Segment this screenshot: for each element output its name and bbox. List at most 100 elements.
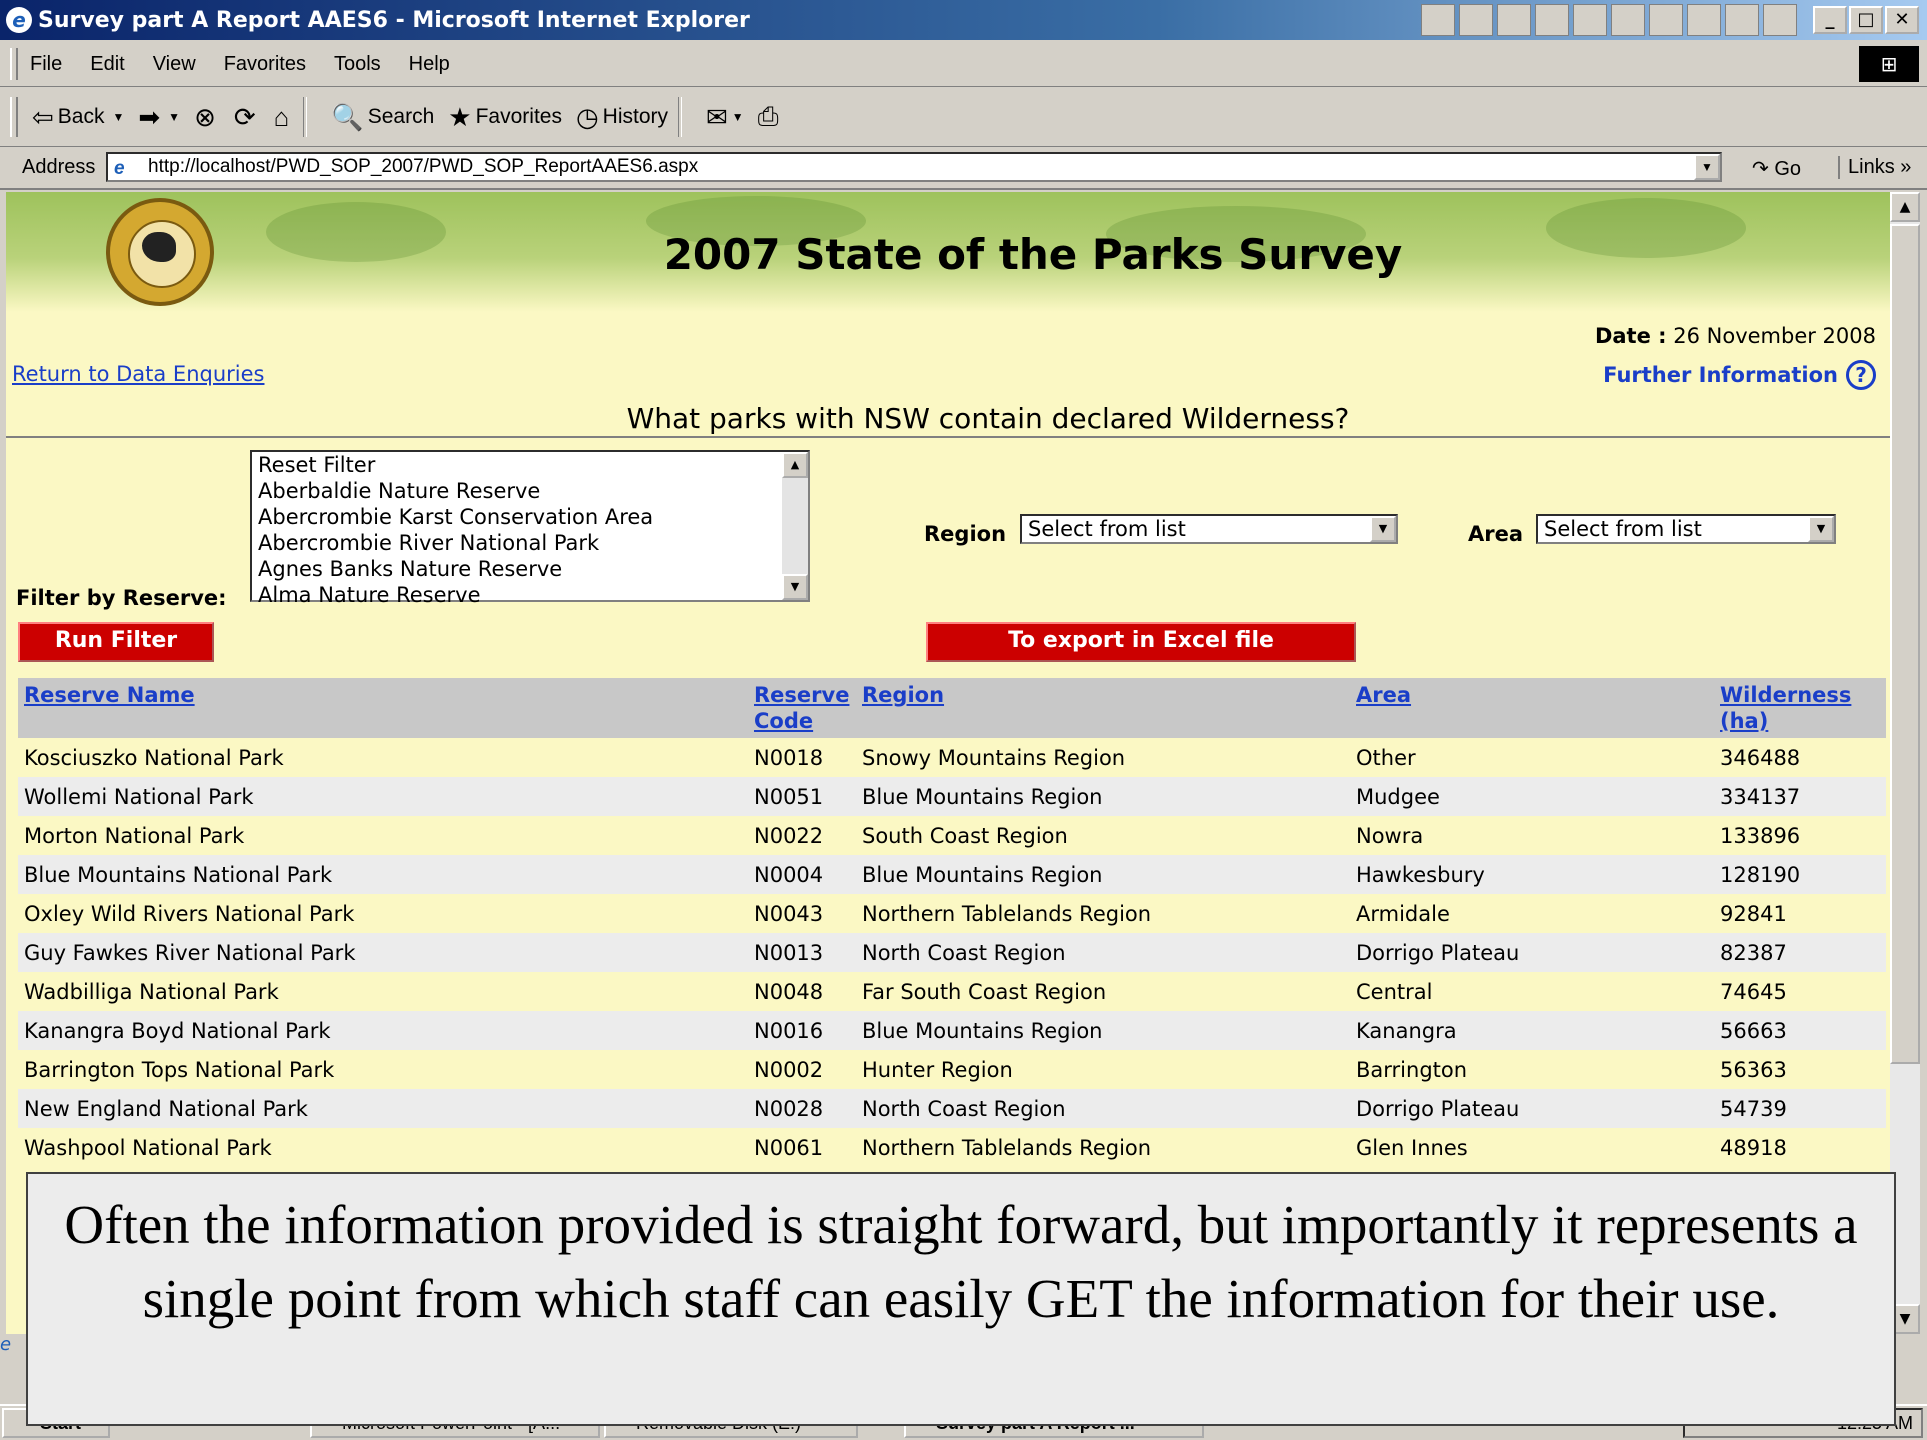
refresh-icon: ⟳ — [233, 101, 256, 132]
menu-favorites[interactable]: Favorites — [224, 53, 306, 76]
app-icon[interactable] — [1459, 4, 1493, 36]
table-cell-area: Barrington — [1356, 1057, 1468, 1082]
back-arrow-icon: ⇦ — [32, 101, 54, 132]
chevron-down-icon[interactable]: ▼ — [1370, 516, 1396, 542]
go-button[interactable]: ↷ Go — [1752, 156, 1801, 181]
listbox-option[interactable]: Abercrombie Karst Conservation Area — [252, 504, 808, 530]
table-row: Morton National Park N0022 South Coast Reg… — [18, 816, 1886, 855]
menu-help[interactable]: Help — [409, 53, 450, 76]
favorites-button[interactable]: ★ Favorites — [448, 102, 562, 133]
reserve-filter-listbox[interactable]: Reset Filter Aberbaldie Nature Reserve A… — [250, 450, 810, 607]
further-information-link[interactable]: Further Information? — [1603, 360, 1876, 390]
table-row: Blue Mountains National Park N0004 Blue Mo… — [18, 855, 1886, 894]
app-icon[interactable] — [1611, 4, 1645, 36]
refresh-button[interactable]: ⟳ — [234, 102, 260, 133]
history-button[interactable]: ◷ History — [576, 102, 668, 133]
dropdown-arrow-icon[interactable]: ▼ — [732, 110, 744, 124]
scroll-up-icon[interactable]: ▲ — [782, 452, 808, 478]
table-cell-name: New England National Park — [18, 1089, 748, 1128]
listbox-option[interactable]: Alma Nature Reserve — [252, 582, 808, 608]
history-icon: ◷ — [575, 101, 599, 132]
ie-logo-icon: e — [6, 7, 32, 33]
standard-toolbar: ⇦ Back ▼ ➡ ▼ ⊗ ⟳ ⌂ 🔍 Search ★ Favorites ◷ Hist… — [0, 88, 1927, 147]
region-select[interactable]: Select from list ▼ — [1020, 514, 1398, 544]
home-button[interactable]: ⌂ — [274, 102, 294, 133]
app-icon[interactable] — [1535, 4, 1569, 36]
links-button[interactable]: Links » — [1838, 156, 1911, 179]
listbox-scrollbar[interactable]: ▲ ▼ — [782, 452, 808, 600]
favorites-icon: ★ — [448, 101, 472, 132]
print-icon: ⎙ — [757, 101, 779, 131]
page-scrollbar[interactable]: ▲ ▼ — [1890, 192, 1920, 1334]
listbox-option[interactable]: Abercrombie River National Park — [252, 530, 808, 556]
app-icon[interactable] — [1573, 4, 1607, 36]
table-cell-area: Dorrigo Plateau — [1350, 1089, 1714, 1128]
run-filter-button[interactable]: Run Filter — [18, 622, 214, 662]
table-cell-area: Armidale — [1356, 901, 1450, 926]
app-icon[interactable] — [1649, 4, 1683, 36]
print-button[interactable]: ⎙ — [758, 101, 783, 133]
app-icon[interactable] — [1687, 4, 1721, 36]
toolbar-grip[interactable] — [10, 97, 18, 137]
table-cell-name: Barrington Tops National Park — [24, 1057, 335, 1082]
menu-tools[interactable]: Tools — [334, 53, 381, 76]
table-cell-name: Morton National Park — [24, 823, 245, 848]
restore-button[interactable]: □ — [1849, 6, 1883, 34]
area-select[interactable]: Select from list ▼ — [1536, 514, 1836, 544]
scroll-down-icon[interactable]: ▼ — [782, 574, 808, 600]
home-icon: ⌂ — [273, 101, 290, 132]
table-cell-area: Nowra — [1356, 823, 1424, 848]
forward-arrow-icon: ➡ — [138, 101, 161, 132]
minimize-button[interactable]: _ — [1813, 6, 1847, 34]
listbox-option[interactable]: Aberbaldie Nature Reserve — [252, 478, 808, 504]
status-page-icon: e — [0, 1334, 26, 1374]
close-button[interactable]: ✕ — [1885, 6, 1919, 34]
table-cell-name: Guy Fawkes River National Park — [18, 933, 748, 972]
dropdown-arrow-icon[interactable]: ▼ — [168, 110, 180, 124]
column-header-reserve-code[interactable]: Reserve Code — [748, 678, 856, 738]
column-header-wilderness[interactable]: Wilderness (ha) — [1714, 678, 1886, 738]
mail-button[interactable]: ✉ ▼ — [706, 102, 744, 133]
column-header-reserve-name[interactable]: Reserve Name — [18, 678, 748, 738]
table-row: New England National Park N0028 North Coas… — [18, 1089, 1886, 1128]
back-button[interactable]: ⇦ Back ▼ — [32, 102, 124, 133]
app-icon[interactable] — [1421, 4, 1455, 36]
menu-file[interactable]: File — [30, 53, 62, 76]
toolbar-grip[interactable] — [10, 48, 18, 80]
menu-edit[interactable]: Edit — [90, 53, 124, 76]
menu-view[interactable]: View — [153, 53, 196, 76]
app-icon[interactable] — [1763, 4, 1797, 36]
return-to-data-enquiries-link[interactable]: Return to Data Enquries — [12, 362, 264, 386]
scroll-up-icon[interactable]: ▲ — [1890, 192, 1920, 222]
column-header-area[interactable]: Area — [1350, 678, 1714, 738]
table-cell-ha: 334137 — [1714, 777, 1886, 816]
table-cell-area: Central — [1356, 979, 1433, 1004]
wilderness-table: Reserve Name Reserve Code Region Area Wil… — [18, 678, 1886, 1167]
table-cell-region: Blue Mountains Region — [856, 777, 1350, 816]
table-cell-region: Far South Coast Region — [862, 979, 1107, 1004]
search-button[interactable]: 🔍 Search — [331, 102, 434, 133]
table-cell-ha: 133896 — [1720, 823, 1801, 848]
report-date: Date : 26 November 2008 — [1594, 324, 1876, 348]
table-cell-name: Washpool National Park — [24, 1135, 272, 1160]
quick-launch-icons — [1421, 4, 1797, 36]
scrollbar-thumb[interactable] — [1890, 224, 1920, 1064]
app-icon[interactable] — [1725, 4, 1759, 36]
toolbar-separator — [678, 97, 682, 137]
stop-button[interactable]: ⊗ — [194, 102, 220, 133]
app-icon[interactable] — [1497, 4, 1531, 36]
report-question: What parks with NSW contain declared Wil… — [626, 402, 1350, 435]
forward-button[interactable]: ➡ ▼ — [138, 102, 180, 133]
table-cell-ha: 128190 — [1714, 855, 1886, 894]
table-cell-code: N0013 — [748, 933, 856, 972]
dropdown-arrow-icon[interactable]: ▼ — [112, 110, 124, 124]
address-dropdown-icon[interactable]: ▼ — [1694, 154, 1720, 180]
address-input[interactable]: e http://localhost/PWD_SOP_2007/PWD_SOP_… — [106, 152, 1722, 182]
column-header-region[interactable]: Region — [856, 678, 1350, 738]
listbox-option[interactable]: Reset Filter — [252, 452, 808, 478]
chevron-down-icon[interactable]: ▼ — [1808, 516, 1834, 542]
stop-icon: ⊗ — [194, 101, 216, 132]
help-icon[interactable]: ? — [1846, 360, 1876, 390]
listbox-option[interactable]: Agnes Banks Nature Reserve — [252, 556, 808, 582]
export-excel-button[interactable]: To export in Excel file — [926, 622, 1356, 662]
